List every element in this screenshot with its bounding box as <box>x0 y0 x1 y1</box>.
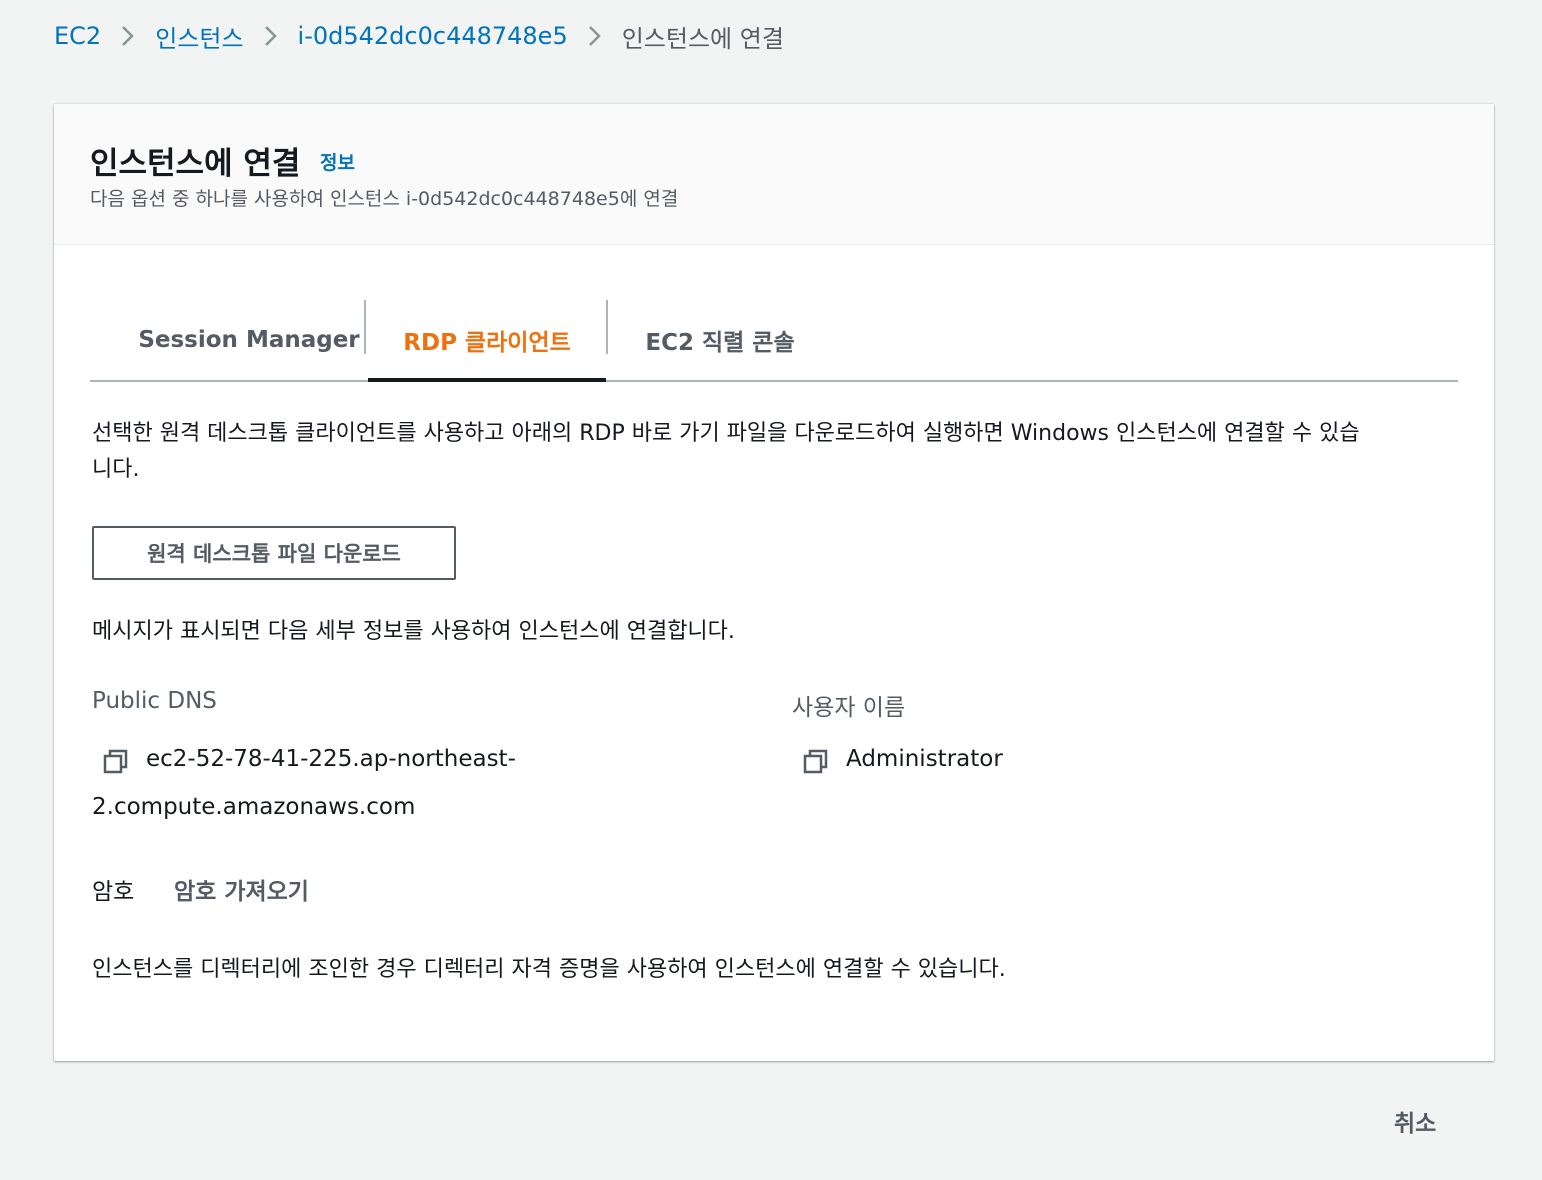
rdp-intro-line1: 선택한 원격 데스크톱 클라이언트를 사용하고 아래의 RDP 바로 가기 파일… <box>92 421 1360 446</box>
tab-ec2-serial-console[interactable]: EC2 직렬 콘솔 <box>626 300 814 380</box>
chevron-right-icon <box>121 24 135 48</box>
tab-rdp-client[interactable]: RDP 클라이언트 <box>368 300 606 382</box>
public-dns-value-line1: ec2-52-78-41-225.ap-northeast- <box>146 746 516 772</box>
connect-instance-panel: 인스턴스에 연결 정보 다음 옵션 중 하나를 사용하여 인스턴스 i-0d54… <box>54 104 1494 1061</box>
public-dns-value-line2: 2.compute.amazonaws.com <box>92 794 416 820</box>
breadcrumb-current: 인스턴스에 연결 <box>621 24 784 53</box>
cancel-button[interactable]: 취소 <box>1394 1104 1436 1138</box>
connection-prompt-text: 메시지가 표시되면 다음 세부 정보를 사용하여 인스턴스에 연결합니다. <box>92 619 735 644</box>
breadcrumb-instance-id[interactable]: i-0d542dc0c448748e5 <box>298 22 568 50</box>
copy-icon[interactable] <box>102 748 130 776</box>
rdp-intro-text: 선택한 원격 데스크톱 클라이언트를 사용하고 아래의 RDP 바로 가기 파일… <box>92 416 1472 488</box>
breadcrumb: EC2 인스턴스 i-0d542dc0c448748e5 인스턴스에 연결 <box>54 18 784 54</box>
info-link[interactable]: 정보 <box>320 148 355 175</box>
username-value: Administrator <box>846 746 1003 772</box>
rdp-intro-line2: 니다. <box>92 457 140 482</box>
breadcrumb-instances[interactable]: 인스턴스 <box>155 19 243 54</box>
panel-description: 다음 옵션 중 하나를 사용하여 인스턴스 i-0d542dc0c448748e… <box>90 188 679 210</box>
tab-session-manager[interactable]: Session Manager <box>130 300 368 380</box>
chevron-right-icon <box>588 24 602 48</box>
panel-header: 인스턴스에 연결 정보 다음 옵션 중 하나를 사용하여 인스턴스 i-0d54… <box>54 104 1494 245</box>
chevron-right-icon <box>264 24 278 48</box>
username-label: 사용자 이름 <box>792 695 906 721</box>
public-dns-label: Public DNS <box>92 688 217 714</box>
download-rdp-file-button[interactable]: 원격 데스크톱 파일 다운로드 <box>92 526 456 580</box>
breadcrumb-ec2[interactable]: EC2 <box>54 22 101 50</box>
directory-note-text: 인스턴스를 디렉터리에 조인한 경우 디렉터리 자격 증명을 사용하여 인스턴스… <box>92 957 1006 982</box>
connection-tabs: Session Manager RDP 클라이언트 EC2 직렬 콘솔 <box>90 300 1458 382</box>
page-title: 인스턴스에 연결 <box>90 146 301 182</box>
tab-divider <box>606 300 608 354</box>
password-label: 암호 <box>92 879 135 905</box>
get-password-link[interactable]: 암호 가져오기 <box>174 872 309 906</box>
copy-icon[interactable] <box>802 748 830 776</box>
tab-divider <box>364 300 366 354</box>
